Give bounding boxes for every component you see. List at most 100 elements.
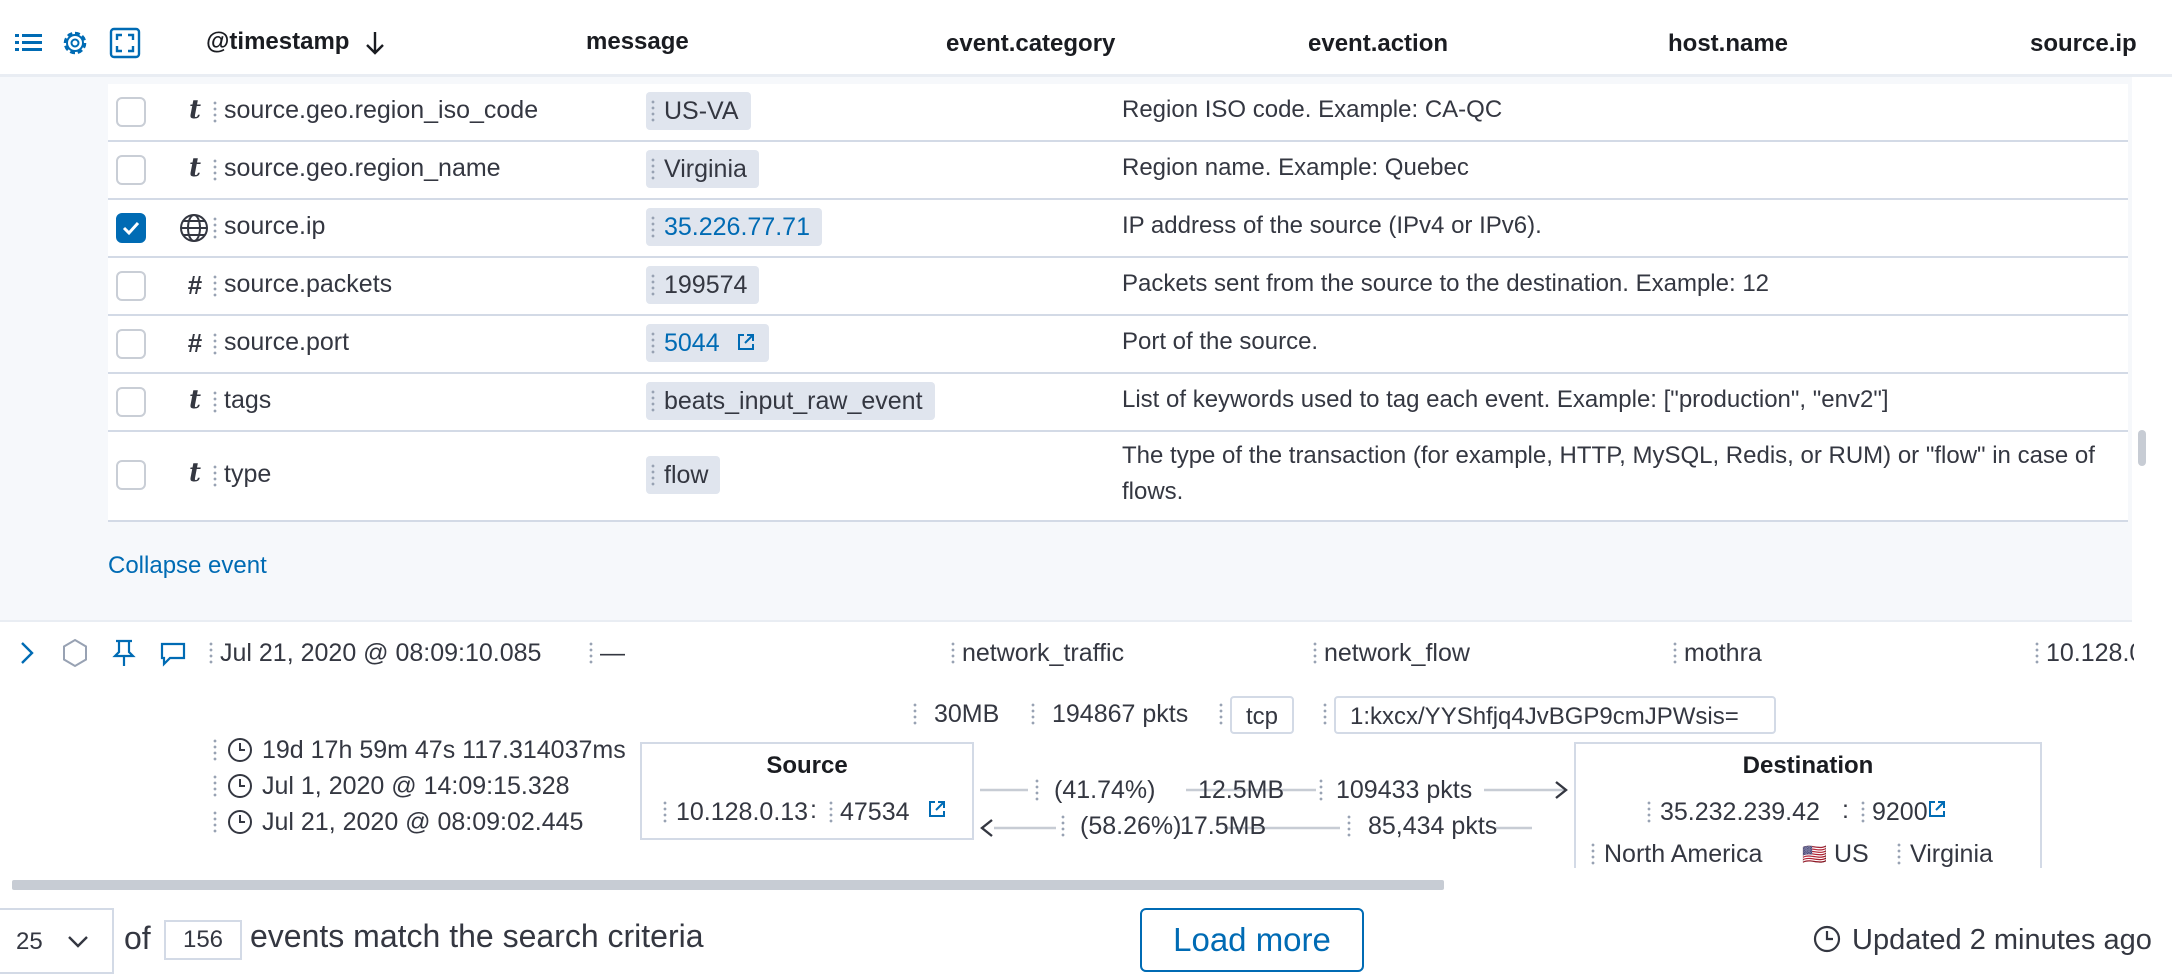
drag-handle-icon[interactable] — [1322, 702, 1328, 726]
drag-handle-icon[interactable] — [650, 463, 656, 487]
drag-handle-icon[interactable] — [1218, 702, 1224, 726]
destination-clip: Destination 35.232.239.42 : 9200 North A… — [1574, 742, 2044, 868]
table-row: t source.geo.region_name Virginia Region… — [108, 142, 2128, 200]
field-checkbox[interactable] — [116, 387, 146, 417]
field-checkbox[interactable] — [116, 97, 146, 127]
drag-handle-icon[interactable] — [2034, 641, 2040, 665]
pin-icon[interactable] — [110, 638, 138, 668]
field-checkbox-checked[interactable] — [116, 213, 146, 243]
drag-handle-icon[interactable] — [650, 331, 656, 355]
external-link-icon[interactable] — [735, 331, 757, 353]
field-value[interactable]: 199574 — [646, 266, 760, 304]
field-value-text: 5044 — [664, 329, 720, 357]
field-name: source.geo.region_name — [224, 154, 501, 182]
drag-handle-icon[interactable] — [212, 738, 218, 762]
drag-handle-icon[interactable] — [1896, 842, 1902, 866]
drag-handle-icon[interactable] — [1312, 641, 1318, 665]
load-more-button[interactable]: Load more — [1140, 908, 1364, 972]
drag-handle-icon[interactable] — [212, 274, 218, 298]
drag-handle-icon[interactable] — [212, 810, 218, 834]
field-description: List of keywords used to tag each event.… — [1122, 386, 1889, 413]
field-value-link[interactable]: 5044 — [646, 324, 769, 362]
drag-handle-icon[interactable] — [1030, 702, 1036, 726]
external-link-icon[interactable] — [1926, 798, 1948, 820]
drag-handle-icon[interactable] — [828, 800, 834, 824]
field-name: tags — [224, 386, 272, 414]
drag-handle-icon[interactable] — [212, 100, 218, 124]
drag-handle-icon[interactable] — [1318, 778, 1324, 802]
field-value-text: beats_input_raw_event — [664, 387, 923, 415]
field-value[interactable]: US-VA — [646, 92, 751, 130]
collapse-event-link[interactable]: Collapse event — [108, 552, 267, 580]
drag-handle-icon[interactable] — [1860, 800, 1866, 824]
external-link-icon[interactable] — [926, 798, 948, 820]
drag-handle-icon[interactable] — [650, 215, 656, 239]
chevron-right-icon[interactable] — [16, 640, 38, 666]
community-id-badge[interactable]: 1:kxcx/YYShfjq4JvBGP9cmJPWsis= — [1334, 696, 1776, 734]
field-description: IP address of the source (IPv4 or IPv6). — [1122, 212, 1542, 239]
destination-region: Virginia — [1910, 840, 1993, 868]
drag-handle-icon[interactable] — [212, 216, 218, 240]
event-timestamp: Jul 21, 2020 @ 08:09:10.085 — [220, 639, 542, 667]
drag-handle-icon[interactable] — [650, 273, 656, 297]
field-checkbox[interactable] — [116, 329, 146, 359]
host-name-link[interactable]: mothra — [1684, 639, 1762, 668]
drag-handle-icon[interactable] — [212, 390, 218, 414]
source-port-link[interactable]: 47534 — [840, 798, 910, 827]
comment-icon[interactable] — [158, 640, 188, 668]
drag-handle-icon[interactable] — [212, 774, 218, 798]
gear-icon[interactable] — [58, 26, 92, 60]
drag-handle-icon[interactable] — [208, 641, 214, 665]
vertical-scrollbar[interactable] — [2138, 430, 2146, 466]
drag-handle-icon[interactable] — [1590, 842, 1596, 866]
page-size-selector[interactable]: 25 — [0, 908, 114, 974]
string-type-icon: t — [188, 95, 201, 125]
field-value[interactable]: flow — [646, 456, 721, 494]
drag-handle-icon[interactable] — [650, 99, 656, 123]
drag-handle-icon[interactable] — [1060, 814, 1066, 838]
clock-icon — [228, 738, 252, 762]
column-header-event-action[interactable]: event.action — [1308, 30, 1448, 58]
field-value[interactable]: Virginia — [646, 150, 759, 188]
field-checkbox[interactable] — [116, 155, 146, 185]
drag-handle-icon[interactable] — [212, 464, 218, 488]
column-header-source-ip[interactable]: source.ip — [2030, 30, 2137, 58]
drag-handle-icon[interactable] — [950, 641, 956, 665]
drag-handle-icon[interactable] — [588, 641, 594, 665]
event-category[interactable]: network_traffic — [962, 639, 1124, 668]
horizontal-scrollbar[interactable] — [12, 880, 1444, 890]
drag-handle-icon[interactable] — [212, 332, 218, 356]
drag-handle-icon[interactable] — [662, 800, 668, 824]
column-header-message[interactable]: message — [586, 28, 689, 56]
column-header-timestamp[interactable]: @timestamp — [206, 28, 349, 56]
sort-down-icon[interactable] — [364, 30, 386, 56]
list-icon[interactable] — [12, 26, 46, 60]
event-action[interactable]: network_flow — [1324, 639, 1470, 668]
hexagon-icon[interactable] — [60, 638, 90, 668]
column-header-host-name[interactable]: host.name — [1668, 30, 1788, 58]
drag-handle-icon[interactable] — [1034, 778, 1040, 802]
drag-handle-icon[interactable] — [650, 389, 656, 413]
drag-handle-icon[interactable] — [1672, 641, 1678, 665]
drag-handle-icon[interactable] — [212, 158, 218, 182]
destination-ip-link[interactable]: 35.232.239.42 — [1660, 798, 1820, 827]
drag-handle-icon[interactable] — [1646, 800, 1652, 824]
transport-badge[interactable]: tcp — [1230, 696, 1295, 734]
field-checkbox[interactable] — [116, 460, 146, 490]
source-ip-link[interactable]: 10.128.0.13 — [676, 798, 808, 827]
column-header-event-category[interactable]: event.category — [946, 30, 1115, 58]
event-duration: 19d 17h 59m 47s 117.314037ms — [262, 736, 626, 764]
table-row: t type flow The type of the transaction … — [108, 432, 2128, 522]
source-ip-link[interactable]: 10.128.0.13 — [2046, 639, 2134, 668]
page-size-value: 25 — [16, 928, 43, 955]
field-checkbox[interactable] — [116, 271, 146, 301]
destination-port-link[interactable]: 9200 — [1872, 798, 1928, 827]
drag-handle-icon[interactable] — [912, 702, 918, 726]
field-value-link[interactable]: 35.226.77.71 — [646, 208, 822, 246]
check-icon — [122, 221, 140, 236]
fullscreen-icon[interactable] — [108, 26, 142, 60]
drag-handle-icon[interactable] — [650, 157, 656, 181]
field-name: type — [224, 460, 272, 488]
field-value[interactable]: beats_input_raw_event — [646, 382, 935, 420]
drag-handle-icon[interactable] — [1346, 814, 1352, 838]
